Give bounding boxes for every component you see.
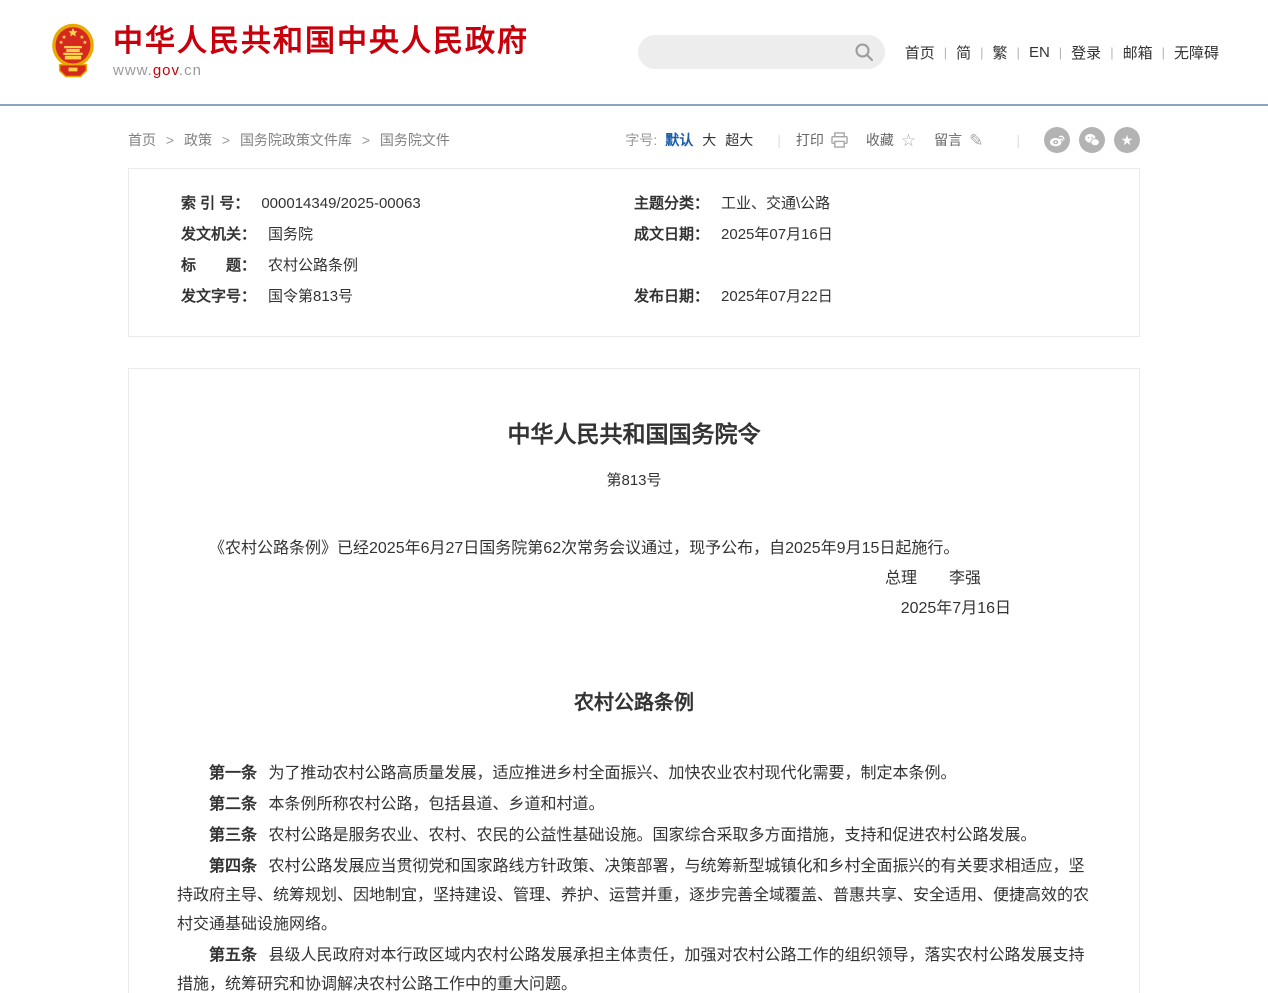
document-metadata: 索 引 号： 000014349/2025-00063 主题分类： 工业、交通\…	[128, 168, 1140, 337]
site-header: 中华人民共和国中央人民政府 www.gov.cn 首页 | 简 | 繁 | EN	[0, 0, 1268, 106]
font-size-default[interactable]: 默认	[665, 130, 693, 150]
meta-value-index: 000014349/2025-00063	[261, 188, 420, 219]
regulation-title: 农村公路条例	[177, 686, 1091, 715]
search-input[interactable]	[654, 35, 844, 69]
nav-english[interactable]: EN	[1029, 44, 1050, 61]
breadcrumb-separator: >	[166, 132, 174, 148]
signature-date: 2025年7月16日	[177, 594, 1091, 624]
article-paragraph: 第五条县级人民政府对本行政区域内农村公路发展承担主体责任，加强对农村公路工作的组…	[177, 941, 1091, 993]
breadcrumb-separator: >	[362, 132, 370, 148]
site-url: www.gov.cn	[113, 62, 529, 79]
document-body: 中华人民共和国国务院令 第813号 《农村公路条例》已经2025年6月27日国务…	[128, 368, 1140, 993]
breadcrumb-library[interactable]: 国务院政策文件库	[240, 132, 352, 148]
metadata-row: 标 题： 农村公路条例	[129, 250, 1139, 281]
metadata-row: 发文机关： 国务院 成文日期： 2025年07月16日	[129, 219, 1139, 250]
meta-label-agency: 发文机关：	[129, 219, 256, 250]
font-size-label: 字号:	[625, 130, 657, 150]
article-paragraph: 第四条农村公路发展应当贯彻党和国家路线方针政策、决策部署，与统筹新型城镇化和乡村…	[177, 852, 1091, 939]
comment-button[interactable]: 留言 ✎	[934, 130, 983, 150]
meta-value-agency: 国务院	[268, 219, 313, 250]
print-button[interactable]: 打印	[796, 130, 848, 150]
meta-value-written-date: 2025年07月16日	[721, 219, 833, 250]
breadcrumb: 首页 > 政策 > 国务院政策文件库 > 国务院文件	[128, 130, 450, 150]
metadata-row: 发文字号： 国令第813号 发布日期： 2025年07月22日	[129, 281, 1139, 312]
decree-announcement: 《农村公路条例》已经2025年6月27日国务院第62次常务会议通过，现予公布，自…	[177, 534, 1091, 564]
national-emblem-icon	[49, 23, 97, 81]
pencil-icon: ✎	[969, 132, 983, 149]
meta-label-title: 标 题：	[129, 250, 256, 281]
meta-value-doc-number: 国令第813号	[268, 281, 353, 312]
meta-value-category: 工业、交通\公路	[721, 188, 830, 219]
nav-home[interactable]: 首页	[905, 42, 935, 63]
article-paragraph: 第三条农村公路是服务农业、农村、农民的公益性基础设施。国家综合采取多方面措施，支…	[177, 821, 1091, 850]
top-nav: 首页 | 简 | 繁 | EN | 登录 | 邮箱 | 无障碍	[905, 42, 1219, 63]
meta-label-index: 索 引 号：	[129, 188, 249, 219]
nav-accessibility[interactable]: 无障碍	[1174, 42, 1219, 63]
share-group: ★	[1035, 127, 1140, 153]
nav-separator: |	[1017, 45, 1020, 60]
article-toolbar: 字号: 默认 大 超大 | 打印 收藏 ☆ 留言 ✎ |	[625, 127, 1140, 153]
breadcrumb-home[interactable]: 首页	[128, 132, 156, 148]
regulation-articles: 第一条为了推动农村公路高质量发展，适应推进乡村全面振兴、加快农业农村现代化需要，…	[177, 759, 1091, 993]
meta-value-publish-date: 2025年07月22日	[721, 281, 833, 312]
signer-title: 总理	[885, 570, 917, 587]
article-paragraph: 第二条本条例所称农村公路，包括县道、乡道和村道。	[177, 790, 1091, 819]
site-title: 中华人民共和国中央人民政府	[113, 25, 529, 58]
meta-label-doc-number: 发文字号：	[129, 281, 256, 312]
star-badge-icon: ★	[1121, 133, 1134, 147]
decree-title: 中华人民共和国国务院令	[177, 415, 1091, 449]
nav-separator: |	[1162, 45, 1165, 60]
nav-simplified[interactable]: 简	[956, 42, 971, 63]
favorite-button[interactable]: 收藏 ☆	[866, 130, 916, 150]
meta-label-publish-date: 发布日期：	[634, 281, 709, 312]
metadata-row: 索 引 号： 000014349/2025-00063 主题分类： 工业、交通\…	[129, 188, 1139, 219]
toolbar-divider: |	[1016, 132, 1020, 148]
toolbar-divider: |	[777, 132, 781, 148]
weibo-icon	[1049, 133, 1065, 147]
nav-separator: |	[944, 45, 947, 60]
nav-separator: |	[1059, 45, 1062, 60]
breadcrumb-separator: >	[222, 132, 230, 148]
meta-label-category: 主题分类：	[634, 188, 709, 219]
font-size-large[interactable]: 大	[702, 130, 716, 150]
article-number: 第四条	[209, 858, 257, 875]
article-number: 第三条	[209, 827, 257, 844]
search-icon[interactable]	[854, 42, 874, 62]
font-size-xlarge[interactable]: 超大	[725, 130, 753, 150]
decree-number: 第813号	[177, 469, 1091, 490]
article-number: 第一条	[209, 765, 257, 782]
nav-traditional[interactable]: 繁	[993, 42, 1008, 63]
meta-value-title: 农村公路条例	[268, 250, 358, 281]
share-weibo-button[interactable]	[1044, 127, 1070, 153]
breadcrumb-policy[interactable]: 政策	[184, 132, 212, 148]
signature-line: 总理 李强	[177, 564, 1091, 594]
article-number: 第二条	[209, 796, 257, 813]
star-icon: ☆	[901, 132, 916, 149]
breadcrumb-current[interactable]: 国务院文件	[380, 132, 450, 148]
signer-name: 李强	[949, 570, 981, 587]
printer-icon	[831, 132, 848, 148]
share-qzone-button[interactable]: ★	[1114, 127, 1140, 153]
meta-label-written-date: 成文日期：	[634, 219, 709, 250]
article-number: 第五条	[209, 947, 257, 964]
site-logo[interactable]: 中华人民共和国中央人民政府 www.gov.cn	[49, 23, 529, 81]
search-box	[638, 35, 885, 69]
share-wechat-button[interactable]	[1079, 127, 1105, 153]
nav-separator: |	[980, 45, 983, 60]
nav-separator: |	[1110, 45, 1113, 60]
nav-mail[interactable]: 邮箱	[1123, 42, 1153, 63]
nav-login[interactable]: 登录	[1071, 42, 1101, 63]
site-title-block: 中华人民共和国中央人民政府 www.gov.cn	[113, 25, 529, 79]
wechat-icon	[1084, 133, 1100, 147]
article-paragraph: 第一条为了推动农村公路高质量发展，适应推进乡村全面振兴、加快农业农村现代化需要，…	[177, 759, 1091, 788]
